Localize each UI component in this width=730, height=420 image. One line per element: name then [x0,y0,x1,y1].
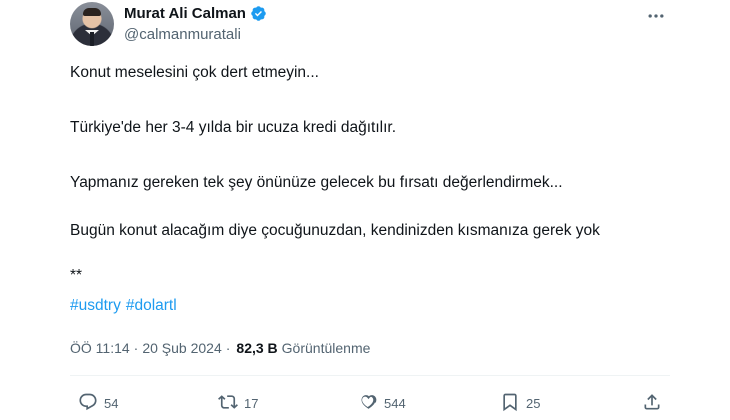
tweet-line: Türkiye'de her 3-4 yılda bir ucuza kredi… [70,119,397,136]
author-name-row[interactable]: Murat Ali Calman [124,5,267,22]
author-handle[interactable]: @calmanmuratali [124,26,241,43]
views-label: Görüntülenme [281,340,371,356]
tweet-meta: ÖÖ 11:14 · 20 Şub 2024 · 82,3 B Görüntül… [70,340,370,356]
tweet-line: Yapmanız gereken tek şey önünüze gelecek… [70,174,563,191]
verified-badge-icon[interactable] [250,5,267,22]
retweet-button[interactable]: 17 [218,392,258,415]
tweet-date[interactable]: 20 Şub 2024 [142,340,221,356]
author-name[interactable]: Murat Ali Calman [124,5,246,22]
bookmark-count: 25 [526,396,541,411]
bookmark-button[interactable]: 25 [500,392,540,415]
avatar-tie [90,32,94,46]
like-count: 544 [384,396,406,411]
hashtag-link[interactable]: #usdtry [70,297,121,314]
action-bar: 54 17 544 25 [0,392,730,414]
heart-icon [358,392,378,415]
retweet-count: 17 [244,396,259,411]
like-button[interactable]: 544 [358,392,406,415]
tweet-line: ** [70,267,83,284]
tweet-line: Konut meselesini çok dert etmeyin... [70,64,319,81]
views-count: 82,3 B [236,340,278,356]
reply-icon [78,392,98,415]
meta-separator: · [225,340,231,356]
hashtag-link[interactable]: #dolartl [126,297,177,314]
more-options-icon[interactable] [646,6,666,27]
hashtags: #usdtry #dolartl [70,297,182,315]
avatar[interactable] [70,2,114,46]
divider [70,375,670,376]
share-button[interactable] [642,392,662,415]
reply-count: 54 [104,396,119,411]
reply-button[interactable]: 54 [78,392,118,415]
bookmark-icon [500,392,520,415]
tweet-time[interactable]: ÖÖ 11:14 [70,340,130,356]
meta-separator: · [133,340,139,356]
avatar-hair [83,8,101,16]
share-icon [642,392,662,415]
retweet-icon [218,392,238,415]
tweet-card: Murat Ali Calman @calmanmuratali Konut m… [0,0,730,420]
tweet-line: Bugün konut alacağım diye çocuğunuzdan, … [70,222,600,239]
